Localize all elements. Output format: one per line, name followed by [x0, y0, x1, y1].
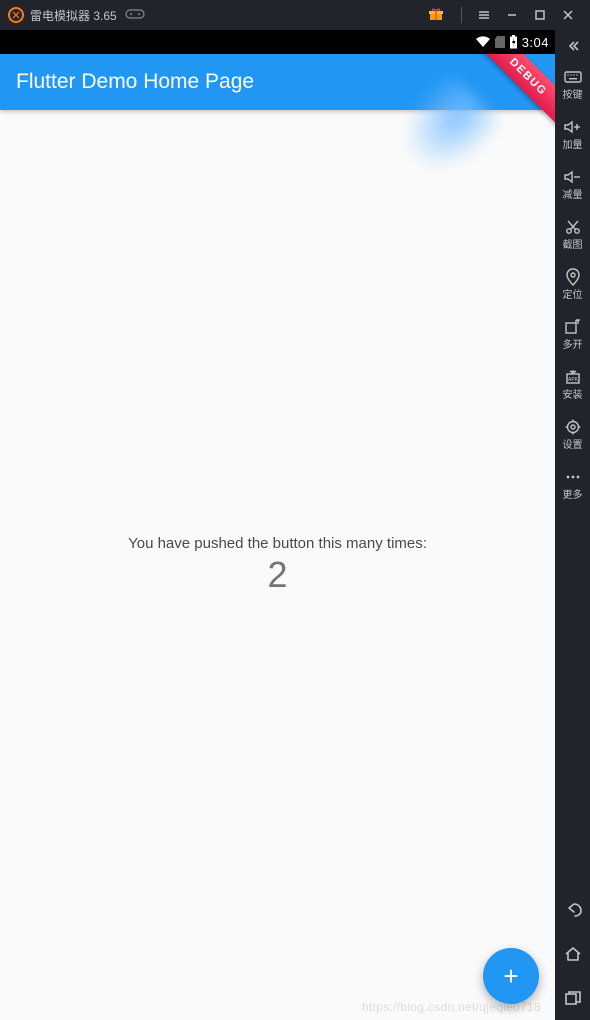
- tool-settings[interactable]: 设置: [555, 408, 590, 458]
- tool-volume-down[interactable]: 减量: [555, 158, 590, 208]
- flutter-app: Flutter Demo Home Page DEBUG You have pu…: [0, 54, 555, 1020]
- menu-button[interactable]: [470, 1, 498, 29]
- emulator-right-toolbar: 按键 加量 减量 截图 定位: [555, 30, 590, 1020]
- appbar-title: Flutter Demo Home Page: [16, 70, 254, 94]
- android-recents-button[interactable]: [555, 976, 590, 1020]
- tool-label: 更多: [563, 490, 583, 502]
- tool-label: 设置: [563, 440, 583, 452]
- tool-more[interactable]: 更多: [555, 458, 590, 508]
- volume-up-icon: [564, 118, 582, 136]
- more-icon: [565, 468, 581, 486]
- tool-install-apk[interactable]: APK 安装: [555, 358, 590, 408]
- sd-card-icon: [495, 36, 505, 48]
- tool-multi-instance[interactable]: 多开: [555, 308, 590, 358]
- apk-icon: APK: [565, 368, 581, 386]
- maximize-button[interactable]: [526, 1, 554, 29]
- emulator-titlebar: 雷电模拟器 3.65: [0, 0, 590, 30]
- minimize-button[interactable]: [498, 1, 526, 29]
- android-home-button[interactable]: [555, 932, 590, 976]
- push-text: You have pushed the button this many tim…: [128, 535, 427, 552]
- close-button[interactable]: [554, 1, 582, 29]
- controller-icon: [125, 8, 145, 23]
- app-body: You have pushed the button this many tim…: [0, 110, 555, 1020]
- tool-label: 加量: [563, 140, 583, 152]
- tool-label: 定位: [563, 290, 583, 302]
- status-clock: 3:04: [522, 35, 549, 50]
- android-status-bar: 3:04: [0, 30, 555, 54]
- tool-location[interactable]: 定位: [555, 258, 590, 308]
- tool-label: 多开: [563, 340, 583, 352]
- tool-label: 减量: [563, 190, 583, 202]
- collapse-toolbar-button[interactable]: [555, 34, 590, 58]
- android-back-button[interactable]: [555, 888, 590, 932]
- svg-text:APK: APK: [567, 377, 578, 383]
- plus-icon: +: [503, 963, 518, 989]
- wifi-icon: [475, 36, 491, 48]
- location-icon: [566, 268, 580, 286]
- tool-label: 截图: [563, 240, 583, 252]
- keyboard-icon: [564, 68, 582, 86]
- gift-icon[interactable]: [429, 7, 443, 24]
- battery-charging-icon: [509, 35, 518, 49]
- tool-label: 安装: [563, 390, 583, 402]
- tool-volume-up[interactable]: 加量: [555, 108, 590, 158]
- emulator-title: 雷电模拟器 3.65: [30, 7, 117, 24]
- titlebar-divider: [461, 7, 462, 23]
- fab-add-button[interactable]: +: [483, 948, 539, 1004]
- counter-value: 2: [267, 554, 287, 596]
- tool-screenshot[interactable]: 截图: [555, 208, 590, 258]
- volume-down-icon: [564, 168, 582, 186]
- appbar: Flutter Demo Home Page: [0, 54, 555, 110]
- tool-keyboard[interactable]: 按键: [555, 58, 590, 108]
- scissors-icon: [565, 218, 581, 236]
- tool-label: 按键: [563, 90, 583, 102]
- gear-icon: [565, 418, 581, 436]
- emulator-logo-icon: [8, 7, 24, 23]
- phone-screen: 3:04 Flutter Demo Home Page DEBUG You ha…: [0, 30, 555, 1020]
- multi-icon: [565, 318, 581, 336]
